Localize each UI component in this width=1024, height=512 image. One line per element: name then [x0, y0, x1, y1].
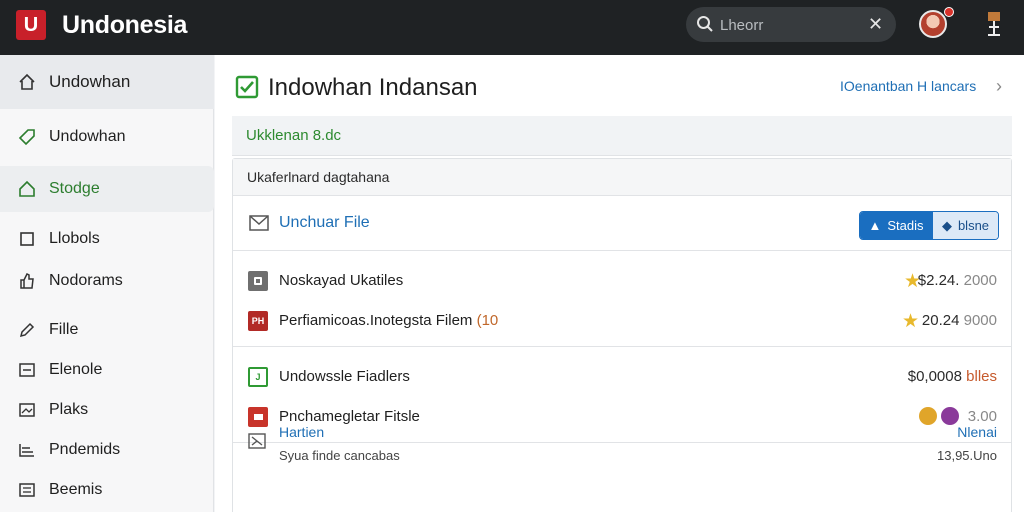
search-icon — [697, 16, 713, 32]
list-icon — [18, 481, 36, 499]
avatar[interactable] — [919, 10, 947, 38]
drink-icon[interactable] — [985, 10, 1003, 38]
card-header: Ukaferlnard dagtahana — [233, 159, 1011, 196]
sidebar-item-nodorams[interactable]: Nodorams — [0, 260, 214, 302]
sidebar-item-elenole[interactable]: Elenole — [0, 350, 214, 390]
star-icon[interactable]: ★ — [902, 310, 919, 333]
upload-icon: ▲ — [868, 218, 882, 233]
sidebar-item-plaks[interactable]: Plaks — [0, 390, 214, 430]
tag-icon — [18, 128, 36, 146]
chevron-right-icon[interactable]: › — [996, 76, 1002, 97]
footer-subtitle: Syua finde cancabas — [279, 448, 400, 463]
pdf-icon: PH — [248, 311, 268, 331]
card-header-label: Ukaferlnard dagtahana — [247, 169, 390, 185]
footer-right-link[interactable]: Nlenai — [957, 424, 997, 440]
file-row-label[interactable]: Unchuar File — [279, 214, 370, 232]
list-item[interactable]: PH Perfiamicoas.Inotegsta Filem (10 ★ 20… — [233, 300, 1011, 340]
sidebar-item-undowhan-home[interactable]: Undowhan — [0, 55, 214, 109]
chat-box-icon — [18, 361, 36, 379]
sidebar: Undowhan Undowhan Stodge Llobols Nodoram… — [0, 55, 214, 512]
search-input[interactable] — [720, 14, 850, 36]
square-icon — [18, 230, 36, 248]
diamond-icon: ◆ — [941, 217, 952, 233]
green-file-icon: J — [248, 367, 268, 387]
list-item[interactable]: Noskayad Ukatiles ★ $2.24. 2000 — [233, 260, 1011, 300]
section-banner: Ukklenan 8.dc — [232, 116, 1012, 156]
toggle-stadis-button[interactable]: ▲ Stadis — [860, 212, 932, 239]
main-content: Indowhan Indansan IOenantban H lancars ›… — [215, 55, 1024, 512]
notification-badge — [944, 7, 954, 17]
mail-icon — [249, 215, 269, 231]
close-box-icon — [248, 433, 266, 449]
file-card: Ukaferlnard dagtahana Unchuar File ▲ Stad… — [232, 158, 1012, 512]
sidebar-item-beemis[interactable]: Beemis — [0, 470, 214, 510]
sidebar-item-pndemids[interactable]: Pndemids — [0, 430, 214, 470]
chart-icon — [18, 441, 36, 459]
sidebar-item-fille[interactable]: Fille — [0, 310, 214, 350]
list-item[interactable]: J Undowssle Fiadlers $0,0008 blles — [233, 356, 1011, 396]
file-group-1: Noskayad Ukatiles ★ $2.24. 2000 PH Perfi… — [233, 252, 1011, 347]
search-box[interactable]: ✕ — [686, 7, 896, 42]
sidebar-item-llobols[interactable]: Llobols — [0, 218, 214, 260]
sidebar-item-undowhan[interactable]: Undowhan — [0, 113, 214, 161]
top-bar: U Undonesia ✕ — [0, 0, 1024, 55]
checkbox-checked-icon — [235, 75, 259, 99]
status-toggle[interactable]: ▲ Stadis ◆ blsne — [859, 211, 999, 240]
clear-search-icon[interactable]: ✕ — [868, 15, 883, 33]
logo-letter: U — [23, 13, 39, 36]
thumbs-up-icon — [18, 272, 36, 290]
app-logo[interactable]: U — [16, 10, 46, 40]
home-icon — [18, 73, 36, 91]
page-title: Indowhan Indansan — [268, 74, 478, 101]
footer-title[interactable]: Hartien — [279, 424, 324, 440]
header-link[interactable]: IOenantban H lancars — [840, 78, 976, 94]
sidebar-item-stodge[interactable]: Stodge — [0, 166, 214, 212]
footer-row[interactable]: Hartien Syua finde cancabas Nlenai 13,95… — [233, 407, 1011, 477]
toggle-blsne-button[interactable]: ◆ blsne — [932, 212, 998, 239]
document-icon — [248, 271, 268, 291]
pen-icon — [18, 321, 36, 339]
app-title: Undonesia — [62, 11, 188, 39]
page-header: Indowhan Indansan IOenantban H lancars › — [215, 55, 1024, 115]
footer-right-value: 13,95.Uno — [937, 448, 997, 463]
house-outline-icon — [18, 180, 36, 198]
image-icon — [18, 401, 36, 419]
section-banner-label: Ukklenan 8.dc — [246, 127, 342, 144]
file-row[interactable]: Unchuar File ▲ Stadis ◆ blsne — [233, 197, 1011, 251]
